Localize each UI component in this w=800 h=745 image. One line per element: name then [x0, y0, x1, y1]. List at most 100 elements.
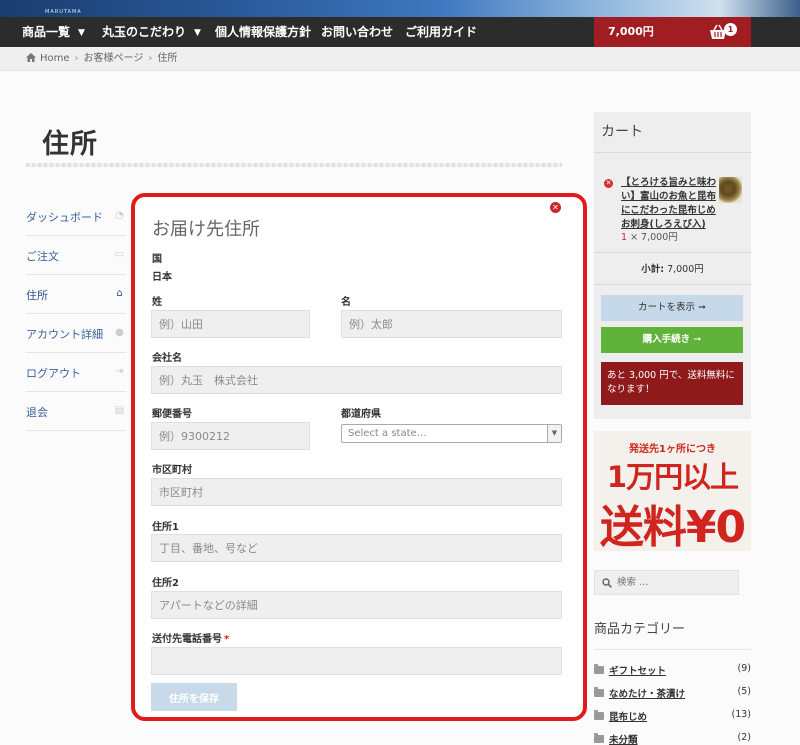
- breadcrumb-account[interactable]: お客様ページ: [84, 53, 144, 64]
- account-nav-orders[interactable]: ご注文 ▭: [26, 236, 126, 275]
- postcode-input[interactable]: [151, 422, 310, 450]
- brand-tag: MARUTAMA: [45, 9, 82, 15]
- account-nav-label: ログアウト: [26, 367, 81, 380]
- chevron-down-icon: ▼: [78, 28, 85, 38]
- divider: [594, 252, 751, 253]
- document-icon: ▤: [114, 405, 125, 416]
- free-shipping-banner[interactable]: 発送先1ヶ所につき 1万円以上 送料¥0: [594, 431, 751, 551]
- address2-input[interactable]: [151, 591, 562, 619]
- nav-item-privacy[interactable]: 個人情報保護方針: [215, 17, 311, 47]
- nav-item-label: 商品一覧: [22, 25, 71, 39]
- basket-icon: ▭: [114, 249, 125, 260]
- chevron-down-icon: ▼: [547, 425, 561, 442]
- save-address-button[interactable]: 住所を保存: [151, 683, 237, 711]
- breadcrumb-bar: Home › お客様ページ › 住所: [0, 47, 800, 71]
- header-cart-button[interactable]: 7,000円 1: [594, 17, 751, 47]
- breadcrumb-current: 住所: [157, 53, 178, 64]
- search-input[interactable]: [617, 571, 735, 594]
- state-select-value: Select a state…: [348, 428, 427, 439]
- breadcrumb: Home › お客様ページ › 住所: [26, 47, 177, 71]
- promo-line-3: 送料¥0: [599, 502, 746, 551]
- view-cart-button[interactable]: カートを表示 ➞: [601, 295, 743, 321]
- category-count: (9): [737, 663, 751, 674]
- shipping-address-modal: ✕ お届け先住所 国 日本 姓 名 会社名 郵便番号 都道府県 Select a…: [131, 193, 587, 721]
- categories-title: 商品カテゴリー: [594, 622, 686, 637]
- category-count: (2): [737, 732, 751, 743]
- required-mark: *: [224, 634, 230, 645]
- phone-label-text: 送付先電話番号: [152, 634, 222, 645]
- category-item: 昆布じめ (13): [594, 706, 751, 728]
- checkout-button[interactable]: 購入手続き ➞: [601, 327, 743, 353]
- state-label: 都道府県: [341, 409, 381, 420]
- folder-icon: [594, 664, 604, 674]
- last-name-label: 姓: [152, 297, 162, 308]
- category-count: (13): [731, 709, 751, 720]
- nav-item-products[interactable]: 商品一覧 ▼: [22, 17, 85, 47]
- item-price: × 7,000円: [630, 232, 678, 243]
- divider: [594, 152, 751, 153]
- category-item: なめたけ・茶漬け (5): [594, 683, 751, 705]
- nav-item-commitment[interactable]: 丸玉のこだわり ▼: [102, 17, 201, 47]
- category-link[interactable]: 昆布じめ: [609, 709, 647, 723]
- remove-item-icon[interactable]: ✕: [604, 179, 613, 188]
- nav-item-label: ご利用ガイド: [405, 25, 478, 39]
- page-title: 住所: [42, 129, 98, 160]
- subtotal-value: 7,000円: [667, 264, 704, 275]
- breadcrumb-separator: ›: [148, 53, 153, 64]
- folder-icon: [594, 687, 604, 697]
- modal-title: お届け先住所: [152, 219, 260, 240]
- divider: [594, 649, 751, 650]
- account-nav-details[interactable]: アカウント詳細 ●: [26, 314, 126, 353]
- nav-item-guide[interactable]: ご利用ガイド: [405, 17, 477, 47]
- account-nav-label: アカウント詳細: [26, 328, 103, 341]
- account-nav-delete[interactable]: 退会 ▤: [26, 392, 126, 431]
- cart-widget: カート ✕ 【とろける旨みと味わい】富山のお魚と昆布にこだわった昆布じめお刺身(…: [594, 112, 751, 419]
- cart-item-thumbnail[interactable]: [719, 177, 742, 203]
- category-link[interactable]: なめたけ・茶漬け: [609, 686, 685, 700]
- category-link[interactable]: ギフトセット: [609, 663, 666, 677]
- subtotal-label: 小計:: [641, 264, 665, 275]
- home-icon: ⌂: [116, 288, 123, 299]
- folder-icon: [594, 710, 604, 720]
- postcode-label: 郵便番号: [152, 409, 192, 420]
- breadcrumb-home[interactable]: Home: [40, 53, 70, 64]
- folder-icon: [594, 733, 604, 743]
- cart-widget-title: カート: [601, 124, 643, 140]
- nav-item-contact[interactable]: お問い合わせ: [321, 17, 393, 47]
- address2-label: 住所2: [152, 578, 179, 589]
- home-icon: [26, 53, 36, 62]
- title-divider: [26, 163, 562, 167]
- cart-item-link[interactable]: 【とろける旨みと味わい】富山のお魚と昆布にこだわった昆布じめお刺身(しろえび入): [621, 176, 717, 232]
- cart-item-quantity: 1 × 7,000円: [621, 229, 678, 243]
- city-input[interactable]: [151, 478, 562, 506]
- close-icon[interactable]: ✕: [550, 202, 561, 213]
- category-item: ギフトセット (9): [594, 660, 751, 682]
- address1-label: 住所1: [152, 522, 179, 533]
- chevron-down-icon: ▼: [194, 28, 201, 38]
- address1-input[interactable]: [151, 534, 562, 562]
- logout-icon: ⇥: [115, 366, 124, 377]
- state-select[interactable]: Select a state… ▼: [341, 424, 562, 443]
- quantity-value: 1: [621, 232, 628, 243]
- account-nav-dashboard[interactable]: ダッシュボード ◔: [26, 197, 126, 236]
- search-box: [594, 570, 739, 595]
- account-nav-logout[interactable]: ログアウト ⇥: [26, 353, 126, 392]
- country-value: 日本: [152, 272, 172, 283]
- search-icon: [602, 578, 612, 588]
- account-nav-addresses[interactable]: 住所 ⌂: [26, 275, 126, 314]
- account-nav-label: ご注文: [26, 250, 59, 263]
- account-nav-label: 退会: [26, 406, 48, 419]
- category-link[interactable]: 未分類: [609, 732, 638, 745]
- account-nav-label: 住所: [26, 289, 48, 302]
- company-input[interactable]: [151, 366, 562, 394]
- phone-input[interactable]: [151, 647, 562, 675]
- nav-item-label: お問い合わせ: [321, 25, 394, 39]
- nav-item-label: 丸玉のこだわり: [102, 25, 187, 39]
- nav-item-label: 個人情報保護方針: [215, 25, 312, 39]
- divider: [594, 284, 751, 285]
- breadcrumb-separator: ›: [74, 53, 79, 64]
- free-shipping-notice: あと 3,000 円で、送料無料になります！: [601, 362, 743, 405]
- last-name-input[interactable]: [151, 310, 310, 338]
- first-name-input[interactable]: [341, 310, 562, 338]
- phone-label: 送付先電話番号 *: [152, 630, 229, 645]
